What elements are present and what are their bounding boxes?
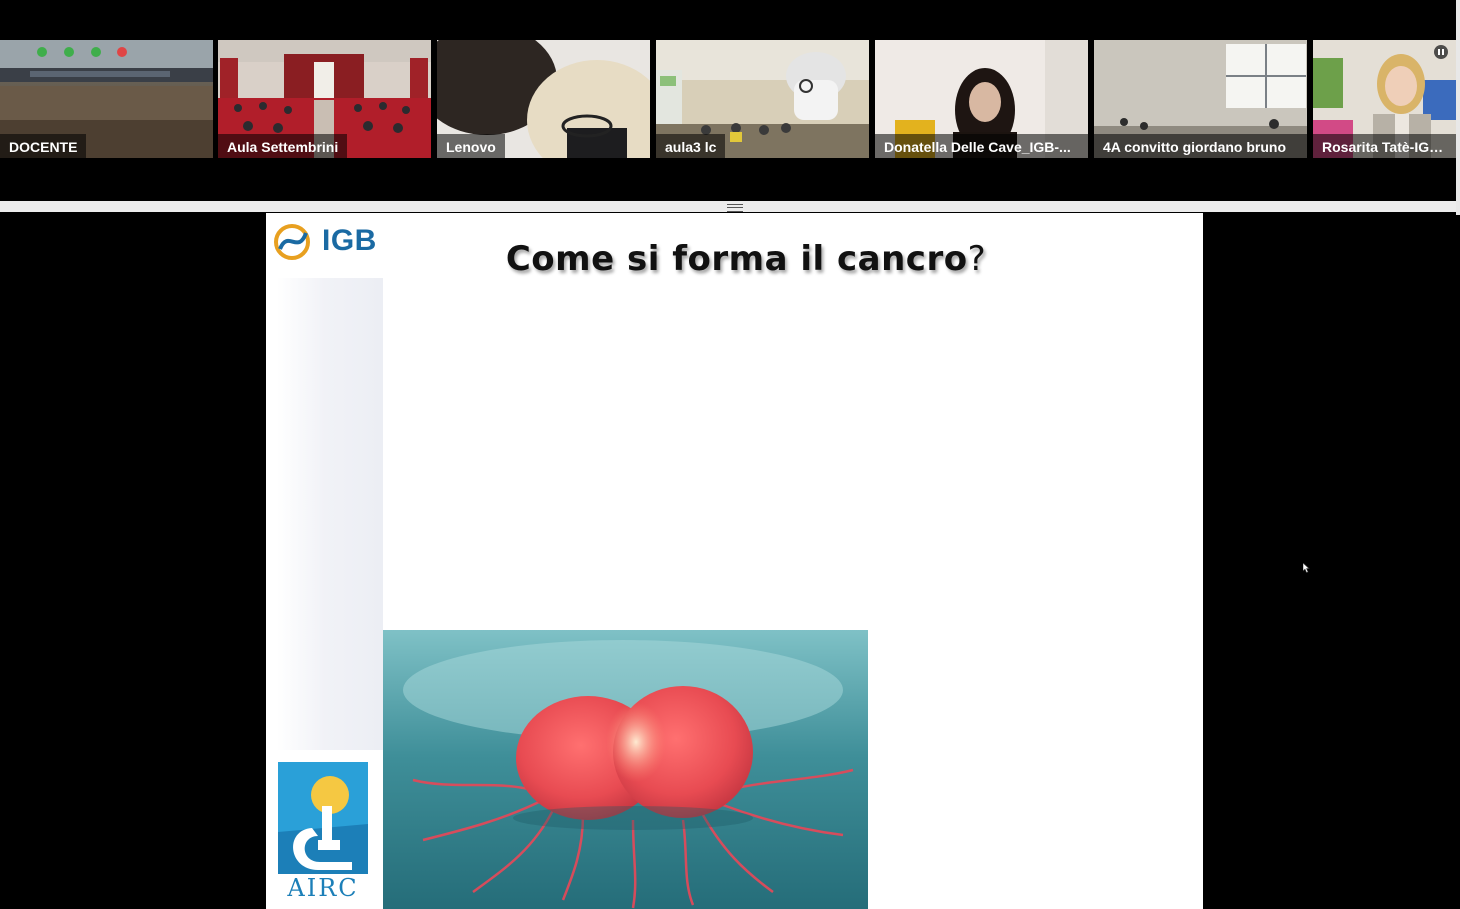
slide-sidebar: [277, 278, 383, 750]
participant-name: Donatella Delle Cave_IGB-...: [875, 134, 1088, 158]
slide-title: Come si forma il cancro?: [505, 239, 987, 279]
participant-name: Rosarita Tatè-IGB-...: [1313, 134, 1456, 158]
mouse-pointer-icon: [1303, 563, 1310, 573]
resize-divider[interactable]: [0, 201, 1456, 212]
participant-tile-aula3-lc[interactable]: aula3 lc: [656, 40, 869, 158]
participant-name: 4A convitto giordano bruno: [1094, 134, 1307, 158]
drag-handle-icon[interactable]: [727, 204, 743, 212]
participant-tile-donatella[interactable]: Donatella Delle Cave_IGB-...: [875, 40, 1088, 158]
participant-name: Lenovo: [437, 134, 505, 158]
participant-strip: DOCENTE Aula Settembrini Lenovo aula3 lc…: [0, 0, 1460, 201]
cancer-cell-illustration: [383, 630, 868, 909]
window-edge: [1456, 0, 1460, 215]
shared-slide: IGB Come si forma il cancro? AIRC: [266, 213, 1203, 909]
airc-logo: AIRC: [278, 762, 368, 902]
participant-name: DOCENTE: [0, 134, 87, 158]
participant-tile-rosarita[interactable]: Rosarita Tatè-IGB-...: [1313, 40, 1456, 158]
participant-tile-lenovo[interactable]: Lenovo: [437, 40, 650, 158]
participant-tile-4a-convitto[interactable]: 4A convitto giordano bruno: [1094, 40, 1307, 158]
svg-text:AIRC: AIRC: [286, 874, 358, 902]
pause-icon[interactable]: [1434, 45, 1448, 59]
participant-name: Aula Settembrini: [218, 134, 348, 158]
participant-tile-docente[interactable]: DOCENTE: [0, 40, 213, 158]
participant-name: aula3 lc: [656, 134, 726, 158]
participant-tile-aula-settembrini[interactable]: Aula Settembrini: [218, 40, 431, 158]
